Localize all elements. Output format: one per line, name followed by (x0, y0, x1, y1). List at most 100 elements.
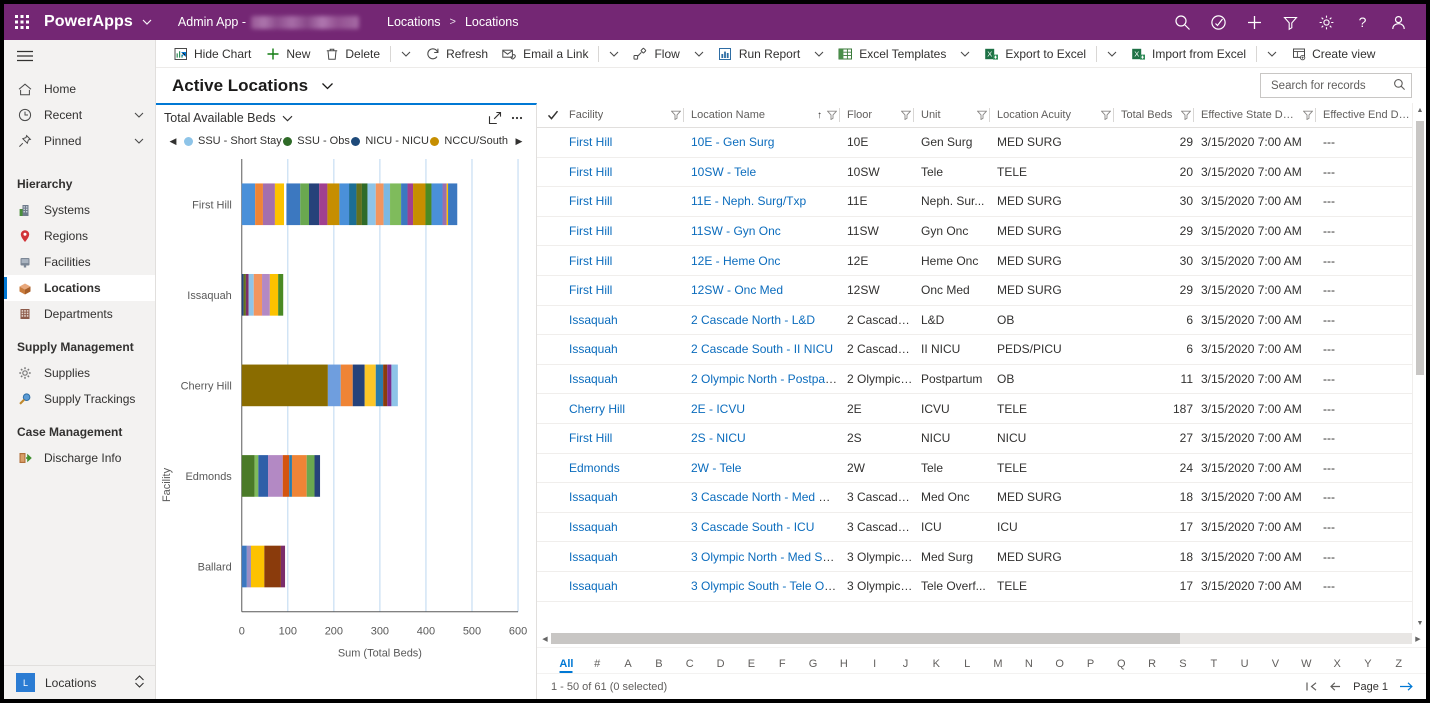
table-row[interactable]: First Hill 11SW - Gyn Onc 11SW Gyn Onc MED S… (537, 216, 1426, 247)
hscroll-thumb[interactable] (551, 633, 1180, 644)
chart-plot-area[interactable]: First Hill Issaquah Cherry Hill Edmonds Ball… (156, 153, 536, 699)
flow-chevron-icon[interactable] (687, 40, 711, 67)
column-header-location-acuity[interactable]: Location Acuity (989, 103, 1113, 128)
scroll-up-arrow-icon[interactable]: ▲ (1413, 103, 1426, 117)
facility-link[interactable]: First Hill (569, 431, 612, 445)
breadcrumb-item-1[interactable]: Locations (465, 15, 519, 29)
scroll-right-arrow-icon[interactable]: ▶ (1412, 635, 1424, 643)
row-select-cell[interactable] (537, 245, 561, 276)
facility-link[interactable]: Issaquah (569, 342, 618, 356)
alpha-filter-s[interactable]: S (1168, 658, 1199, 673)
alpha-filter-k[interactable]: K (921, 658, 952, 673)
row-select-cell[interactable] (537, 186, 561, 217)
sidebar-item-systems[interactable]: Systems (4, 197, 155, 223)
alpha-filter-u[interactable]: U (1229, 658, 1260, 673)
location-name-link[interactable]: 10SW - Tele (691, 165, 756, 179)
row-select-cell[interactable] (537, 216, 561, 247)
alpha-filter-o[interactable]: O (1044, 658, 1075, 673)
excel-templates-button[interactable]: Excel Templates (831, 40, 953, 67)
facility-link[interactable]: Issaquah (569, 490, 618, 504)
location-name-link[interactable]: 12E - Heme Onc (691, 254, 780, 268)
checkmark-icon[interactable] (545, 109, 561, 121)
filter-funnel-icon[interactable] (1099, 110, 1113, 120)
chevron-down-icon[interactable] (134, 112, 144, 118)
table-row[interactable]: First Hill 12E - Heme Onc 12E Heme Onc MED S… (537, 245, 1426, 276)
chevron-down-icon[interactable] (134, 138, 144, 144)
filter-funnel-icon[interactable] (1301, 110, 1315, 120)
grid-vertical-scrollbar[interactable]: ▲ ▼ (1412, 103, 1426, 630)
search-icon[interactable] (1164, 4, 1200, 40)
breadcrumb-item-0[interactable]: Locations (387, 15, 441, 29)
location-name-link[interactable]: 2E - ICVU (691, 402, 745, 416)
waffle-icon[interactable] (4, 4, 40, 40)
column-header-effective-end-date[interactable]: Effective End Date (1315, 103, 1426, 128)
table-row[interactable]: Cherry Hill 2E - ICVU 2E ICVU TELE 187 3/15/20… (537, 393, 1426, 424)
row-select-cell[interactable] (537, 453, 561, 484)
scroll-left-arrow-icon[interactable]: ◀ (539, 635, 551, 643)
alpha-filter-z[interactable]: Z (1383, 658, 1414, 673)
alpha-filter-r[interactable]: R (1137, 658, 1168, 673)
location-name-link[interactable]: 2 Cascade South - II NICU (691, 342, 833, 356)
next-page-icon[interactable] (1399, 681, 1414, 692)
grid-horizontal-scrollbar[interactable]: ◀ ▶ (537, 630, 1426, 647)
row-select-cell[interactable] (537, 512, 561, 543)
new-button[interactable]: New (258, 40, 317, 67)
alpha-filter-all[interactable]: All (551, 658, 582, 673)
location-name-link[interactable]: 2 Olympic North - Postpartum (691, 372, 839, 386)
legend-prev-icon[interactable]: ◀ (164, 136, 182, 147)
filter-funnel-icon[interactable] (899, 110, 913, 120)
alpha-filter-d[interactable]: D (705, 658, 736, 673)
location-name-link[interactable]: 3 Cascade South - ICU (691, 520, 814, 534)
facility-link[interactable]: Issaquah (569, 579, 618, 593)
location-name-link[interactable]: 3 Olympic North - Med Surg (691, 550, 839, 564)
facility-link[interactable]: First Hill (569, 224, 612, 238)
delete-overflow-chevron-icon[interactable] (394, 40, 418, 67)
flow-button[interactable]: Flow (626, 40, 686, 67)
search-input[interactable] (1269, 78, 1393, 93)
row-select-cell[interactable] (537, 275, 561, 306)
location-name-link[interactable]: 3 Olympic South - Tele Overflow (691, 579, 839, 593)
facility-link[interactable]: Issaquah (569, 372, 618, 386)
table-row[interactable]: First Hill 12SW - Onc Med 12SW Onc Med MED S… (537, 275, 1426, 306)
prev-page-icon[interactable] (1329, 681, 1342, 692)
hide-chart-button[interactable]: Hide Chart (166, 40, 258, 67)
facility-link[interactable]: First Hill (569, 135, 612, 149)
import-chevron-icon[interactable] (1260, 40, 1284, 67)
create-view-button[interactable]: Create view (1284, 40, 1382, 67)
sidebar-item-discharge-info[interactable]: Discharge Info (4, 445, 155, 471)
area-switcher[interactable]: L Locations (4, 665, 155, 699)
refresh-button[interactable]: Refresh (418, 40, 495, 67)
sidebar-item-departments[interactable]: Departments (4, 301, 155, 327)
brand-title[interactable]: PowerApps (44, 13, 133, 31)
facility-link[interactable]: Issaquah (569, 313, 618, 327)
excel-templates-chevron-icon[interactable] (953, 40, 977, 67)
row-select-cell[interactable] (537, 334, 561, 365)
alpha-filter-n[interactable]: N (1013, 658, 1044, 673)
table-row[interactable]: First Hill 11E - Neph. Surg/Txp 11E Neph. S… (537, 186, 1426, 217)
table-row[interactable]: Issaquah 2 Olympic North - Postpartum 2 Ol… (537, 364, 1426, 395)
location-name-link[interactable]: 2 Cascade North - L&D (691, 313, 815, 327)
facility-link[interactable]: First Hill (569, 165, 612, 179)
filter-funnel-icon[interactable] (975, 110, 989, 120)
sidebar-item-recent[interactable]: Recent (4, 102, 155, 128)
search-icon[interactable] (1393, 78, 1406, 94)
row-select-cell[interactable] (537, 157, 561, 188)
filter-funnel-icon[interactable] (669, 110, 683, 120)
export-to-excel-button[interactable]: X Export to Excel (977, 40, 1093, 67)
row-select-cell[interactable] (537, 364, 561, 395)
location-name-link[interactable]: 11E - Neph. Surg/Txp (691, 194, 806, 208)
table-row[interactable]: First Hill 2S - NICU 2S NICU NICU 27 3/15/2020… (537, 423, 1426, 454)
row-select-cell[interactable] (537, 393, 561, 424)
alpha-filter-a[interactable]: A (613, 658, 644, 673)
alpha-filter-x[interactable]: X (1322, 658, 1353, 673)
legend-next-icon[interactable]: ▶ (510, 136, 528, 147)
alpha-filter-p[interactable]: P (1075, 658, 1106, 673)
table-row[interactable]: First Hill 10E - Gen Surg 10E Gen Surg MED S… (537, 127, 1426, 158)
scroll-down-arrow-icon[interactable]: ▼ (1413, 616, 1426, 630)
stacked-bar-chart[interactable]: First Hill Issaquah Cherry Hill Edmonds Ball… (156, 153, 536, 672)
alpha-filter-hash[interactable]: # (582, 658, 613, 673)
table-row[interactable]: Issaquah 3 Cascade North - Med Onc 3 Casca… (537, 482, 1426, 513)
table-row[interactable]: Issaquah 3 Olympic North - Med Surg 3 Olym… (537, 541, 1426, 572)
hamburger-icon[interactable] (4, 40, 155, 72)
row-select-cell[interactable] (537, 127, 561, 158)
